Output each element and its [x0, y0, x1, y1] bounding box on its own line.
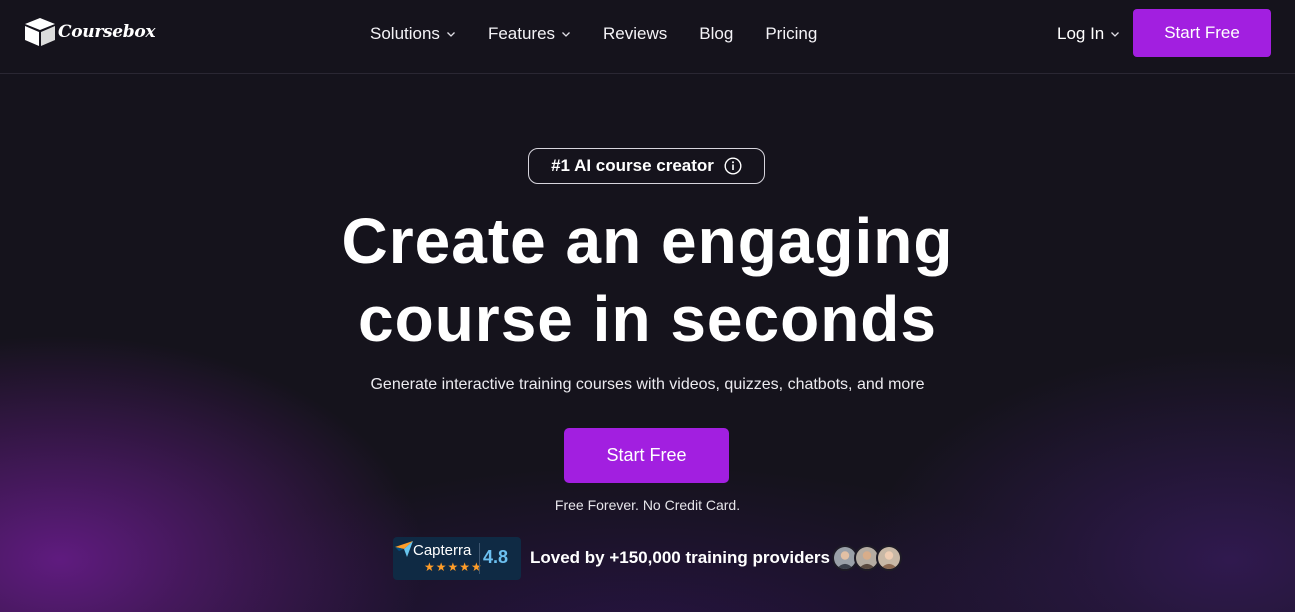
capterra-badge[interactable]: Capterra ★★★★★ 4.8 — [393, 537, 521, 580]
login-label: Log In — [1057, 24, 1105, 43]
avatar — [876, 545, 902, 571]
nav-item-solutions[interactable]: Solutions — [370, 22, 456, 46]
nav-item-blog[interactable]: Blog — [699, 22, 733, 46]
nav-item-features[interactable]: Features — [488, 22, 571, 46]
logo-text: Coursebox — [58, 22, 156, 42]
capterra-divider — [479, 543, 480, 574]
avatar-group — [832, 545, 902, 571]
nav-item-pricing[interactable]: Pricing — [765, 22, 817, 46]
capterra-name: Capterra — [413, 542, 472, 559]
capterra-logo-icon — [395, 541, 413, 557]
nav-item-label: Solutions — [370, 24, 440, 43]
nav-item-label: Pricing — [765, 24, 818, 43]
chevron-down-icon — [1111, 32, 1120, 37]
box-icon — [25, 18, 55, 46]
headline-line-2: course in seconds — [358, 283, 937, 355]
nav-item-reviews[interactable]: Reviews — [603, 22, 667, 46]
logo[interactable]: Coursebox — [24, 17, 156, 47]
hero-subheading: Generate interactive training courses wi… — [370, 376, 925, 393]
info-icon[interactable] — [724, 157, 742, 175]
person-icon — [856, 547, 878, 569]
rating-stars: ★★★★★ — [424, 560, 483, 574]
nav-item-label: Blog — [699, 24, 734, 43]
login-menu[interactable]: Log In — [1057, 22, 1120, 46]
chevron-down-icon — [446, 32, 455, 37]
chevron-down-icon — [562, 32, 570, 37]
person-icon — [834, 547, 856, 569]
hero-headline: Create an engaging course in seconds — [200, 202, 1095, 358]
start-free-hero-button[interactable]: Start Free — [564, 428, 729, 483]
nav-item-label: Features — [487, 24, 556, 43]
headline-line-1: Create an engaging — [341, 205, 954, 277]
free-note: Free Forever. No Credit Card. — [554, 497, 741, 513]
nav-item-label: Reviews — [603, 24, 668, 43]
start-free-header-button[interactable]: Start Free — [1133, 9, 1271, 57]
person-icon — [878, 547, 900, 569]
capterra-score: 4.8 — [483, 547, 509, 567]
hero-badge: #1 AI course creator — [528, 148, 765, 184]
loved-by-text: Loved by +150,000 training providers — [530, 548, 830, 567]
site-header: Coursebox Solutions Features Reviews Blo… — [0, 0, 1295, 74]
main-nav: Solutions Features Reviews Blog Pricing — [370, 22, 849, 46]
badge-text: #1 AI course creator — [551, 156, 714, 175]
